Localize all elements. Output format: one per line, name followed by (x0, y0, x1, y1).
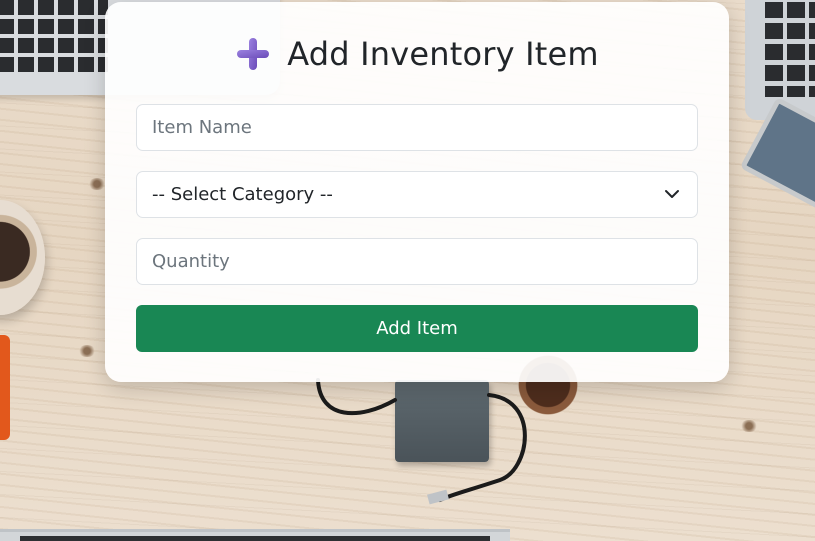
quantity-field (136, 238, 698, 285)
category-select-value: -- Select Category -- (152, 184, 333, 205)
plus-icon (237, 38, 270, 70)
add-item-button[interactable]: Add Item (136, 305, 698, 352)
laptop-edge-bottom (0, 529, 510, 541)
page-title: Add Inventory Item (287, 35, 599, 73)
quantity-input[interactable] (137, 239, 697, 284)
card-header: Add Inventory Item (136, 32, 698, 76)
category-select[interactable]: -- Select Category -- (136, 171, 698, 218)
chevron-down-icon (665, 190, 679, 198)
item-name-field (136, 104, 698, 151)
item-name-input[interactable] (137, 105, 697, 150)
add-item-card: Add Inventory Item -- Select Category --… (105, 2, 729, 382)
